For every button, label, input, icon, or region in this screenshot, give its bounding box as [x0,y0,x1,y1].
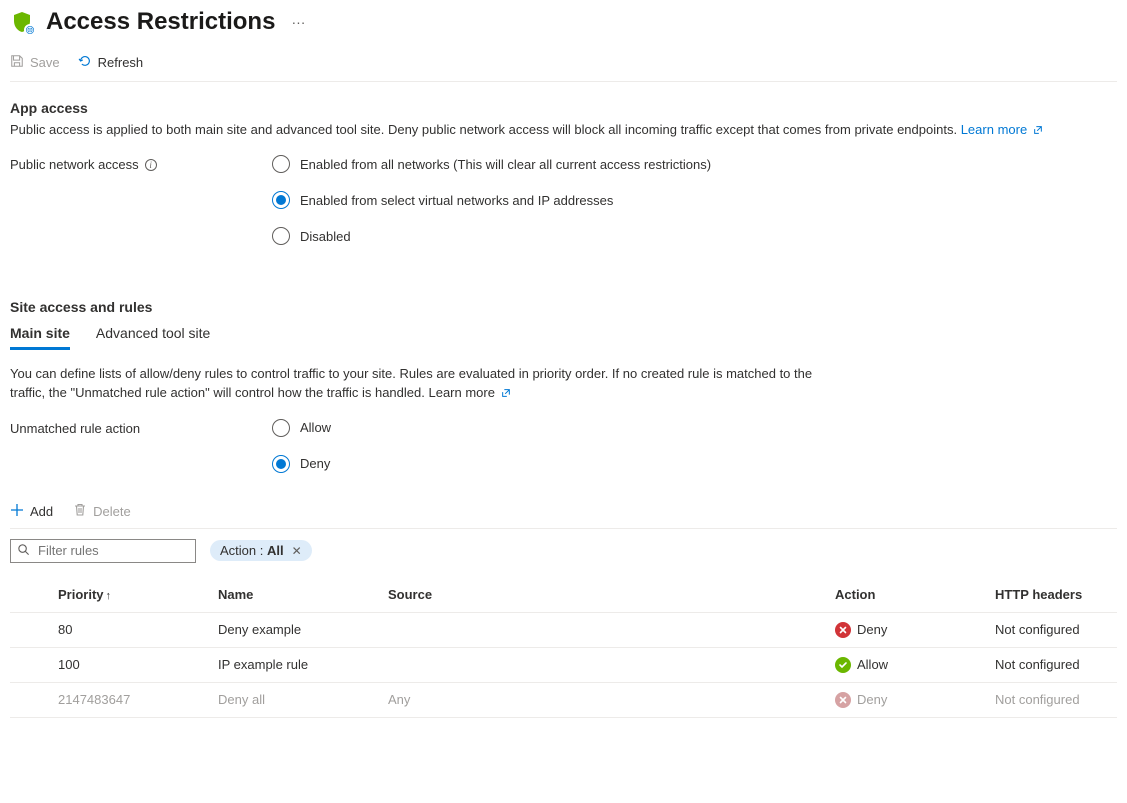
delete-rule-button[interactable]: Delete [73,503,131,520]
search-icon [17,543,30,559]
cell-priority: 100 [50,647,210,682]
table-row[interactable]: 100IP example rule AllowNot configured [10,647,1117,682]
col-source[interactable]: Source [380,577,827,613]
globe-badge-icon [24,24,36,36]
filter-pill-action[interactable]: Action : All ✕ [210,540,312,561]
table-row[interactable]: 2147483647Deny allAnyDenyNot configured [10,682,1117,717]
command-bar: Save Refresh [10,54,1117,82]
radio-selected-icon [272,455,290,473]
save-button[interactable]: Save [10,54,60,71]
rules-table: Priority↑ Name Source Action HTTP header… [10,577,1117,718]
cell-action: Deny [827,612,987,647]
unmatched-rule-action-label: Unmatched rule action [10,419,272,436]
radio-icon [272,419,290,437]
save-label: Save [30,55,60,70]
cell-name: IP example rule [210,647,380,682]
deny-icon [835,692,851,708]
col-http-headers[interactable]: HTTP headers [987,577,1117,613]
deny-icon [835,622,851,638]
trash-icon [73,503,87,520]
cell-source: Any [380,682,827,717]
cell-source [380,612,827,647]
col-priority[interactable]: Priority↑ [50,577,210,613]
add-rule-button[interactable]: Add [10,503,53,520]
radio-icon [272,155,290,173]
app-access-heading: App access [10,100,1117,116]
radio-selected-icon [272,191,290,209]
cell-http-headers: Not configured [987,682,1117,717]
more-menu-button[interactable]: ··· [287,14,309,30]
external-link-icon [501,388,511,398]
cell-http-headers: Not configured [987,612,1117,647]
col-select [10,577,50,613]
site-rules-learn-more-link[interactable]: Learn more [428,385,510,400]
filter-rules-input[interactable] [36,542,216,559]
cell-priority: 80 [50,612,210,647]
shield-icon [10,10,34,34]
allow-icon [835,657,851,673]
radio-unmatched-allow[interactable]: Allow [272,419,331,437]
external-link-icon [1033,125,1043,135]
tab-advanced-tool-site[interactable]: Advanced tool site [96,325,210,350]
page-title: Access Restrictions [46,8,275,36]
row-select-cell[interactable] [10,682,50,717]
col-action[interactable]: Action [827,577,987,613]
site-rules-heading: Site access and rules [10,299,1117,315]
cell-name: Deny example [210,612,380,647]
site-rules-desc: You can define lists of allow/deny rules… [10,365,840,403]
radio-icon [272,227,290,245]
row-select-cell[interactable] [10,612,50,647]
close-icon[interactable]: ✕ [292,544,302,558]
table-row[interactable]: 80Deny example DenyNot configured [10,612,1117,647]
row-select-cell[interactable] [10,647,50,682]
plus-icon [10,503,24,520]
cell-action: Allow [827,647,987,682]
col-name[interactable]: Name [210,577,380,613]
cell-name: Deny all [210,682,380,717]
refresh-button[interactable]: Refresh [78,54,144,71]
radio-disabled[interactable]: Disabled [272,227,711,245]
cell-priority: 2147483647 [50,682,210,717]
app-access-desc: Public access is applied to both main si… [10,122,1117,137]
radio-enabled-all-networks[interactable]: Enabled from all networks (This will cle… [272,155,711,173]
info-icon[interactable]: i [145,159,157,171]
save-icon [10,54,24,71]
cell-source [380,647,827,682]
refresh-icon [78,54,92,71]
filter-rules-input-wrap[interactable] [10,539,196,563]
tab-main-site[interactable]: Main site [10,325,70,350]
public-network-access-label: Public network access i [10,155,272,172]
cell-http-headers: Not configured [987,647,1117,682]
cell-action: Deny [827,682,987,717]
radio-enabled-select-networks[interactable]: Enabled from select virtual networks and… [272,191,711,209]
sort-ascending-icon: ↑ [106,590,112,602]
radio-unmatched-deny[interactable]: Deny [272,455,331,473]
app-access-learn-more-link[interactable]: Learn more [961,122,1043,137]
site-tabs: Main site Advanced tool site [10,325,1117,351]
refresh-label: Refresh [98,55,144,70]
